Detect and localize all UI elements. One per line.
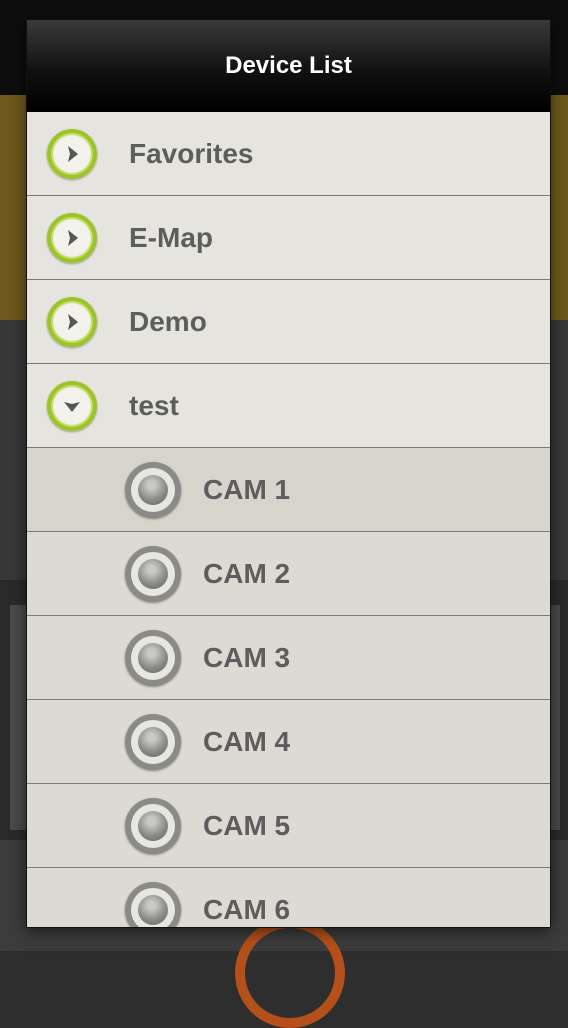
- camera-icon: [125, 545, 181, 602]
- camera-icon: [125, 629, 181, 686]
- camera-label: CAM 4: [203, 725, 291, 757]
- camera-icon: [125, 461, 181, 518]
- chevron-right-icon: [47, 296, 97, 347]
- camera-row-cam5[interactable]: CAM 5: [27, 784, 550, 868]
- dialog-header: Device List: [27, 20, 550, 112]
- camera-icon: [125, 881, 181, 927]
- group-label: E-Map: [129, 221, 213, 253]
- group-row-demo[interactable]: Demo: [27, 280, 550, 364]
- chevron-down-icon: [47, 380, 97, 431]
- group-label: Demo: [129, 305, 207, 337]
- background-record-button: [235, 918, 345, 1028]
- camera-label: CAM 6: [203, 893, 291, 925]
- group-label: test: [129, 389, 179, 421]
- camera-label: CAM 1: [203, 473, 291, 505]
- camera-row-cam6[interactable]: CAM 6: [27, 868, 550, 927]
- chevron-right-icon: [47, 212, 97, 263]
- camera-label: CAM 5: [203, 809, 291, 841]
- chevron-right-icon: [47, 128, 97, 179]
- device-list-dialog: Device List Favorites E-Map Demo test CA…: [27, 20, 550, 927]
- camera-row-cam3[interactable]: CAM 3: [27, 616, 550, 700]
- camera-row-cam2[interactable]: CAM 2: [27, 532, 550, 616]
- camera-label: CAM 3: [203, 641, 291, 673]
- group-label: Favorites: [129, 137, 254, 169]
- camera-icon: [125, 713, 181, 770]
- group-row-favorites[interactable]: Favorites: [27, 112, 550, 196]
- camera-icon: [125, 797, 181, 854]
- group-row-emap[interactable]: E-Map: [27, 196, 550, 280]
- camera-row-cam4[interactable]: CAM 4: [27, 700, 550, 784]
- camera-label: CAM 2: [203, 557, 291, 589]
- device-list: Favorites E-Map Demo test CAM 1 CAM 2 CA…: [27, 112, 550, 927]
- camera-row-cam1[interactable]: CAM 1: [27, 448, 550, 532]
- dialog-title: Device List: [225, 51, 352, 79]
- group-row-test[interactable]: test: [27, 364, 550, 448]
